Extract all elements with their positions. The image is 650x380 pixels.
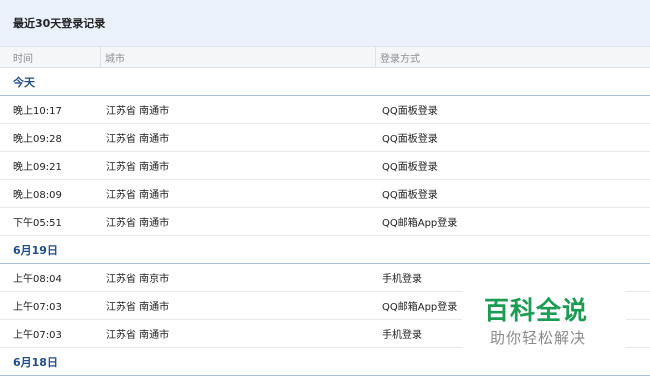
group-label: 6月18日 [13, 355, 58, 369]
row-city: 江苏省 南京市 [106, 274, 170, 285]
header-city: 城市 [100, 47, 125, 67]
row-method: QQ面板登录 [382, 106, 438, 117]
row-time: 晚上08:09 [13, 190, 62, 201]
group-header-today: 今天 [0, 68, 650, 96]
table-row: 下午05:51 江苏省 南通市 QQ邮箱App登录 [0, 208, 650, 236]
group-header-jun-18: 6月18日 [0, 348, 650, 376]
watermark-main-text: 百科全说 [484, 296, 589, 325]
row-city: 江苏省 南通市 [106, 106, 170, 117]
row-time: 晚上09:28 [13, 134, 62, 145]
header-method: 登录方式 [375, 47, 420, 67]
group-label: 6月19日 [13, 243, 58, 257]
row-time: 上午07:03 [13, 302, 62, 313]
table-header: 时间 城市 登录方式 [0, 46, 650, 68]
row-method: 手机登录 [382, 330, 422, 341]
watermark-sub-text: 助你轻松解决 [490, 329, 587, 347]
group-header-jun-19: 6月19日 [0, 236, 650, 264]
row-city: 江苏省 南通市 [106, 302, 170, 313]
row-time: 上午08:04 [13, 274, 62, 285]
row-city: 江苏省 南通市 [106, 162, 170, 173]
row-city: 江苏省 南通市 [106, 134, 170, 145]
row-method: 手机登录 [382, 274, 422, 285]
row-method: QQ邮箱App登录 [382, 302, 458, 313]
row-time: 晚上09:21 [13, 162, 62, 173]
row-method: QQ面板登录 [382, 190, 438, 201]
row-method: QQ邮箱App登录 [382, 218, 458, 229]
row-method: QQ面板登录 [382, 162, 438, 173]
table-row: 晚上09:28 江苏省 南通市 QQ面板登录 [0, 124, 650, 152]
group-label: 今天 [13, 75, 35, 89]
row-city: 江苏省 南通市 [106, 330, 170, 341]
row-time: 上午07:03 [13, 330, 62, 341]
header-time: 时间 [13, 53, 33, 65]
table-row: 晚上08:09 江苏省 南通市 QQ面板登录 [0, 180, 650, 208]
table-row: 晚上09:21 江苏省 南通市 QQ面板登录 [0, 152, 650, 180]
row-time: 下午05:51 [13, 218, 62, 229]
row-time: 晚上10:17 [13, 106, 62, 117]
table-row: 晚上10:17 江苏省 南通市 QQ面板登录 [0, 96, 650, 124]
row-method: QQ面板登录 [382, 134, 438, 145]
row-city: 江苏省 南通市 [106, 190, 170, 201]
panel-title: 最近30天登录记录 [0, 0, 650, 46]
row-city: 江苏省 南通市 [106, 218, 170, 229]
watermark-logo: 百科全说 助你轻松解决 [462, 288, 626, 352]
panel-title-text: 最近30天登录记录 [13, 17, 106, 30]
